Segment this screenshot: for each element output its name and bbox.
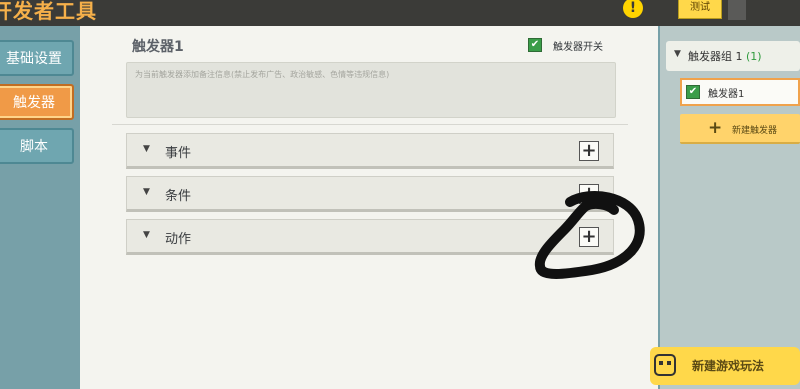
trigger-group-name: 触发器组 1 (1) <box>688 50 762 63</box>
hand-drawn-circle-annotation <box>534 191 645 279</box>
caret-down-icon[interactable]: ▼ <box>143 230 150 240</box>
chevron-down-icon[interactable]: ▼ <box>674 49 681 59</box>
divider <box>112 124 628 125</box>
section-condition-label: 条件 <box>165 189 192 204</box>
new-trigger-button[interactable]: + 新建触发器 <box>680 114 800 144</box>
caret-down-icon[interactable]: ▼ <box>143 144 150 154</box>
trigger-list-item-label: 触发器1 <box>708 89 745 100</box>
section-action-label: 动作 <box>165 232 192 247</box>
new-trigger-label: 新建触发器 <box>732 126 778 136</box>
trigger-group-header[interactable]: ▼ 触发器组 1 (1) <box>666 41 800 71</box>
caret-down-icon[interactable]: ▼ <box>143 187 150 197</box>
trigger-switch-checkbox[interactable]: ✔ <box>528 38 542 52</box>
app-title: 开发者工具 <box>0 0 97 23</box>
gamepad-icon <box>654 354 676 376</box>
exclamation-icon[interactable]: ! <box>623 0 643 18</box>
trigger-enabled-checkbox[interactable]: ✔ <box>686 85 700 99</box>
trigger-note-field[interactable]: 为当前触发器添加备注信息(禁止发布广告、政治敏感、色情等违规信息) <box>126 62 616 118</box>
trigger-list-item[interactable]: ✔ 触发器1 <box>680 78 800 106</box>
trigger-name[interactable]: 触发器1 <box>132 36 184 56</box>
nav-script[interactable]: 脚本 <box>0 128 74 164</box>
new-gameplay-button[interactable]: 新建游戏玩法 <box>650 347 800 385</box>
toolbar-divider <box>728 0 746 20</box>
test-button[interactable]: 测试 <box>678 0 722 19</box>
nav-basic-settings[interactable]: 基础设置 <box>0 40 74 76</box>
add-event-plus-icon[interactable]: + <box>579 141 599 161</box>
top-bar: 开发者工具 ! 测试 <box>0 0 800 26</box>
plus-icon: + <box>708 118 723 138</box>
nav-trigger[interactable]: 触发器 <box>0 84 74 120</box>
trigger-list-panel: ▼ 触发器组 1 (1) ✔ 触发器1 + 新建触发器 <box>660 26 800 389</box>
trigger-note-placeholder: 为当前触发器添加备注信息(禁止发布广告、政治敏感、色情等违规信息) <box>135 70 390 79</box>
new-gameplay-label: 新建游戏玩法 <box>692 359 765 373</box>
section-event[interactable]: ▼ 事件 + <box>126 133 614 169</box>
section-event-label: 事件 <box>165 146 192 161</box>
trigger-switch-label: 触发器开关 <box>553 42 603 53</box>
